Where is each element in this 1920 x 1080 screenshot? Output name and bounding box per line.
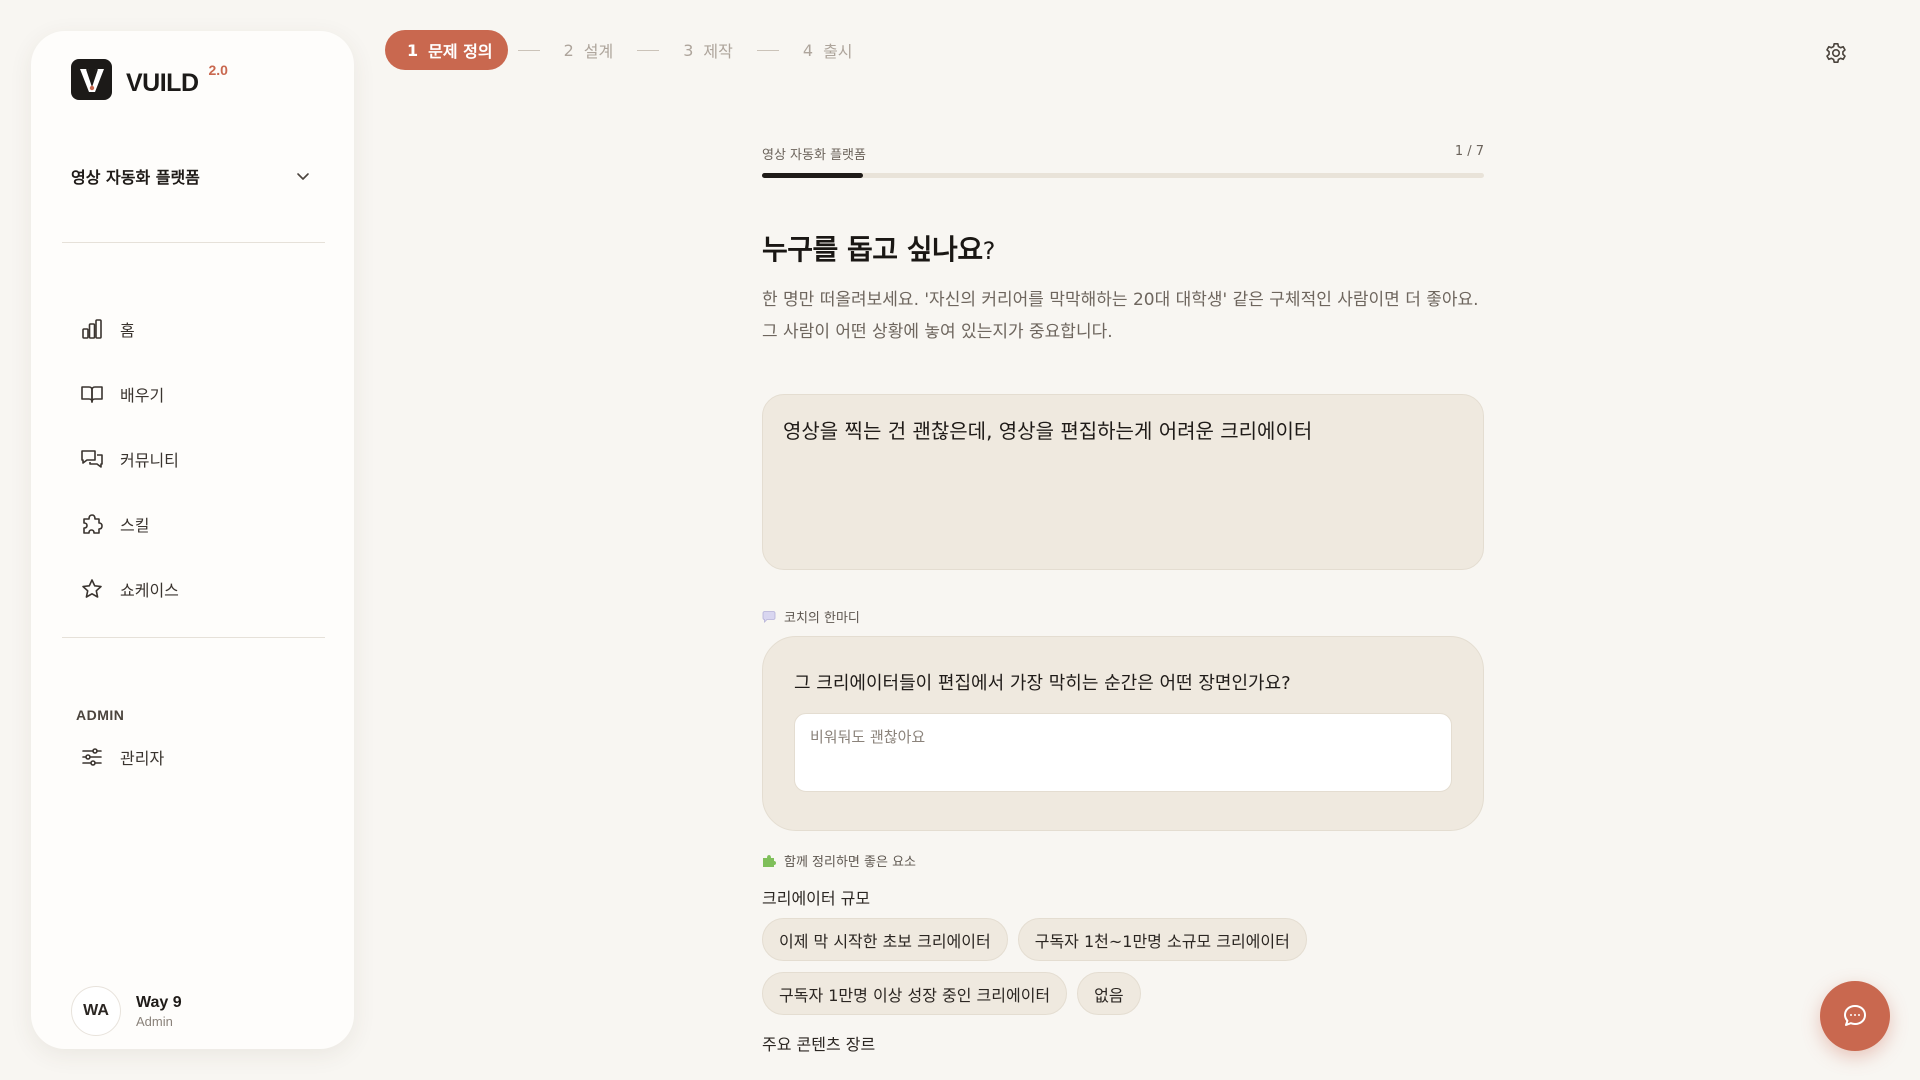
answer-textarea[interactable]: 영상을 찍는 건 괜찮은데, 영상을 편집하는게 어려운 크리에이터 [762,394,1484,570]
star-icon [80,577,104,601]
option-chip[interactable]: 구독자 1천~1만명 소규모 크리에이터 [1017,918,1307,961]
sidebar-item-label: 홈 [120,321,135,340]
step-number: 4 [802,40,814,60]
user-profile[interactable]: WA Way 9 Admin [71,986,182,1036]
sidebar-divider [62,242,325,243]
puzzle-icon [80,512,104,536]
step-label: 출시 [823,42,853,61]
hint-group-title: 크리에이터 규모 [762,889,871,908]
question-description: 한 명만 떠올려보세요. '자신의 커리어를 막막해하는 20대 대학생' 같은… [762,290,1479,342]
gear-icon [1826,42,1846,64]
sidebar-item-label: 배우기 [120,386,165,405]
progress-bar [762,173,1484,178]
user-role: Admin [136,1013,173,1029]
chat-icon [1844,1005,1866,1026]
sidebar-item-home[interactable]: 홈 [80,309,310,349]
main-content: 영상 자동화 플랫폼 1 / 7 누구를 돕고 싶나요? 한 명만 떠올려보세요… [762,144,1484,1055]
puzzle-piece-icon [763,854,776,867]
step-2[interactable]: 2 설계 [564,38,614,62]
vuild-logo-icon [71,59,112,100]
brand-logo[interactable]: VUILD 2.0 [71,59,228,100]
sidebar: VUILD 2.0 영상 자동화 플랫폼 홈 배우기 커뮤니티 스킬 쇼케이스 … [31,31,354,1049]
speech-bubble-icon [762,610,776,623]
option-chip[interactable]: 없음 [1077,972,1141,1015]
project-select[interactable]: 영상 자동화 플랫폼 [71,161,311,191]
step-separator [756,49,779,51]
step-number: 3 [683,40,694,60]
hint-group-title: 주요 콘텐츠 장르 [762,1035,876,1054]
sidebar-nav: 홈 배우기 커뮤니티 스킬 쇼케이스 [80,309,310,634]
question-text: 누구를 돕고 싶나요 [762,233,983,266]
chat-bubbles-icon [80,447,104,471]
hint-label: 함께 정리하면 좋은 요소 [762,851,1484,870]
question-title: 누구를 돕고 싶나요? [762,228,1484,268]
step-number: 2 [563,40,574,60]
sidebar-item-label: 커뮤니티 [120,451,179,470]
chart-bar-icon [80,317,104,341]
settings-button[interactable] [1823,40,1849,66]
chevron-down-icon [297,173,309,180]
step-separator [637,49,660,51]
project-select-value: 영상 자동화 플랫폼 [71,168,200,187]
hint-chip-group: 이제 막 시작한 초보 크리에이터 구독자 1천~1만명 소규모 크리에이터 구… [762,918,1484,1015]
question-mark: ? [982,237,996,265]
progress-counter: 1 / 7 [1454,144,1484,159]
coach-label-text: 코치의 한마디 [784,611,860,626]
step-label: 제작 [703,42,733,61]
coach-label: 코치의 한마디 [762,607,1484,626]
admin-section: ADMIN 관리자 [76,707,310,802]
step-1[interactable]: 1 문제 정의 [385,30,508,70]
sidebar-item-admin[interactable]: 관리자 [80,737,310,777]
sidebar-item-skills[interactable]: 스킬 [80,504,310,544]
sidebar-item-learn[interactable]: 배우기 [80,374,310,414]
step-label: 설계 [583,42,614,61]
user-name: Way 9 [136,993,182,1011]
coach-answer-input[interactable]: 비워둬도 괜찮아요 [794,713,1452,792]
sidebar-divider [62,637,325,638]
brand-version: 2.0 [208,62,228,78]
sidebar-item-label: 스킬 [120,516,150,535]
step-separator [517,49,540,51]
step-number: 1 [407,40,419,60]
sliders-icon [80,745,104,769]
step-label: 문제 정의 [428,42,493,61]
option-chip[interactable]: 이제 막 시작한 초보 크리에이터 [762,918,1008,961]
coach-card: 그 크리에이터들이 편집에서 가장 막히는 순간은 어떤 장면인가요? 비워둬도… [762,636,1484,831]
admin-section-title: ADMIN [76,707,125,723]
hint-label-text: 함께 정리하면 좋은 요소 [784,855,916,870]
chat-button[interactable] [1820,981,1890,1051]
step-progress: 1 문제 정의 2 설계 3 제작 4 출시 [385,30,853,70]
sidebar-item-showcase[interactable]: 쇼케이스 [80,569,310,609]
question-progress: 영상 자동화 플랫폼 1 / 7 [762,144,1484,163]
coach-question: 그 크리에이터들이 편집에서 가장 막히는 순간은 어떤 장면인가요? [794,673,1291,694]
progress-bar-fill [762,173,864,178]
avatar: WA [71,986,121,1036]
sidebar-item-label: 쇼케이스 [120,581,179,600]
book-icon [80,382,104,406]
sidebar-item-label: 관리자 [120,749,165,768]
option-chip[interactable]: 구독자 1만명 이상 성장 중인 크리에이터 [762,972,1068,1015]
sidebar-item-community[interactable]: 커뮤니티 [80,439,310,479]
progress-label: 영상 자동화 플랫폼 [762,148,866,163]
brand-name: VUILD [126,69,199,97]
step-3[interactable]: 3 제작 [683,38,733,62]
step-4[interactable]: 4 출시 [803,38,853,62]
